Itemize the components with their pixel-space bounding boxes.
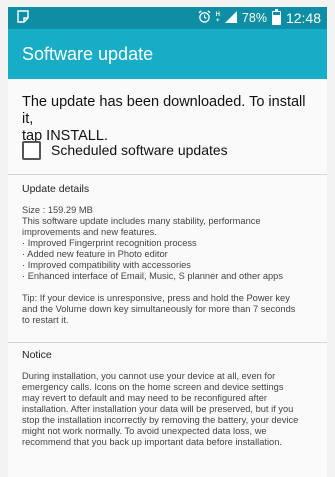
- notice-line: may revert to default and may need to be…: [22, 393, 267, 403]
- update-intro-line: This software update includes many stabi…: [22, 216, 261, 226]
- update-feature-item: Improved compatibility with accessories: [22, 260, 322, 271]
- notice-body: During installation, you cannot use your…: [22, 371, 322, 448]
- scheduled-updates-label[interactable]: Scheduled software updates: [51, 142, 228, 158]
- update-intro-line: improvements and new features.: [22, 227, 157, 237]
- notice-line: installation. After installation your da…: [22, 404, 294, 414]
- screen: H + 78% 12:48 Software update The update…: [0, 0, 335, 477]
- restart-tip-line: and the Volume down key simultaneously f…: [22, 304, 296, 314]
- notice-line: During installation, you cannot use your…: [22, 371, 276, 381]
- restart-tip-line: to restart it.: [22, 315, 69, 325]
- divider: [8, 174, 327, 175]
- notice-line: emergency calls. Icons on the home scree…: [22, 382, 284, 392]
- app-bar: Software update: [8, 29, 327, 79]
- signal-icon: [224, 10, 237, 26]
- notice-line: recommend that you back up important dat…: [22, 437, 282, 447]
- notice-line: might not work normally. To avoid unexpe…: [22, 426, 267, 436]
- update-feature-item: Enhanced interface of Email, Music, S pl…: [22, 271, 322, 282]
- notice-line: stop the installation incorrectly by rem…: [22, 415, 299, 425]
- update-content[interactable]: The update has been downloaded. To insta…: [8, 79, 327, 477]
- restart-tip-line: Tip: If your device is unresponsive, pre…: [22, 293, 290, 303]
- download-message-line: The update has been downloaded. To insta…: [22, 94, 306, 127]
- update-details-body: Size : 159.29 MB This software update in…: [22, 205, 322, 326]
- battery-percent: 78%: [241, 11, 267, 25]
- battery-level-fill: [272, 14, 280, 24]
- update-details-heading: Update details: [22, 183, 90, 195]
- download-message: The update has been downloaded. To insta…: [22, 94, 317, 145]
- update-size: Size : 159.29 MB: [22, 205, 93, 215]
- network-sub-label: +: [215, 18, 220, 24]
- page-title: Software update: [22, 44, 154, 64]
- screenshot-icon: [16, 10, 30, 29]
- divider: [8, 342, 327, 343]
- notice-heading: Notice: [22, 349, 52, 361]
- update-feature-item: Improved Fingerprint recognition process: [22, 238, 322, 249]
- clock: 12:48: [285, 10, 321, 26]
- alarm-icon: [198, 10, 211, 26]
- scheduled-updates-checkbox[interactable]: [22, 140, 41, 160]
- update-feature-item: Added new feature in Photo editor: [22, 249, 322, 260]
- network-h-plus-icon: H +: [216, 12, 220, 24]
- status-bar: H + 78% 12:48: [8, 7, 327, 29]
- scheduled-updates-row[interactable]: Scheduled software updates: [22, 140, 228, 160]
- battery-icon: [271, 9, 281, 25]
